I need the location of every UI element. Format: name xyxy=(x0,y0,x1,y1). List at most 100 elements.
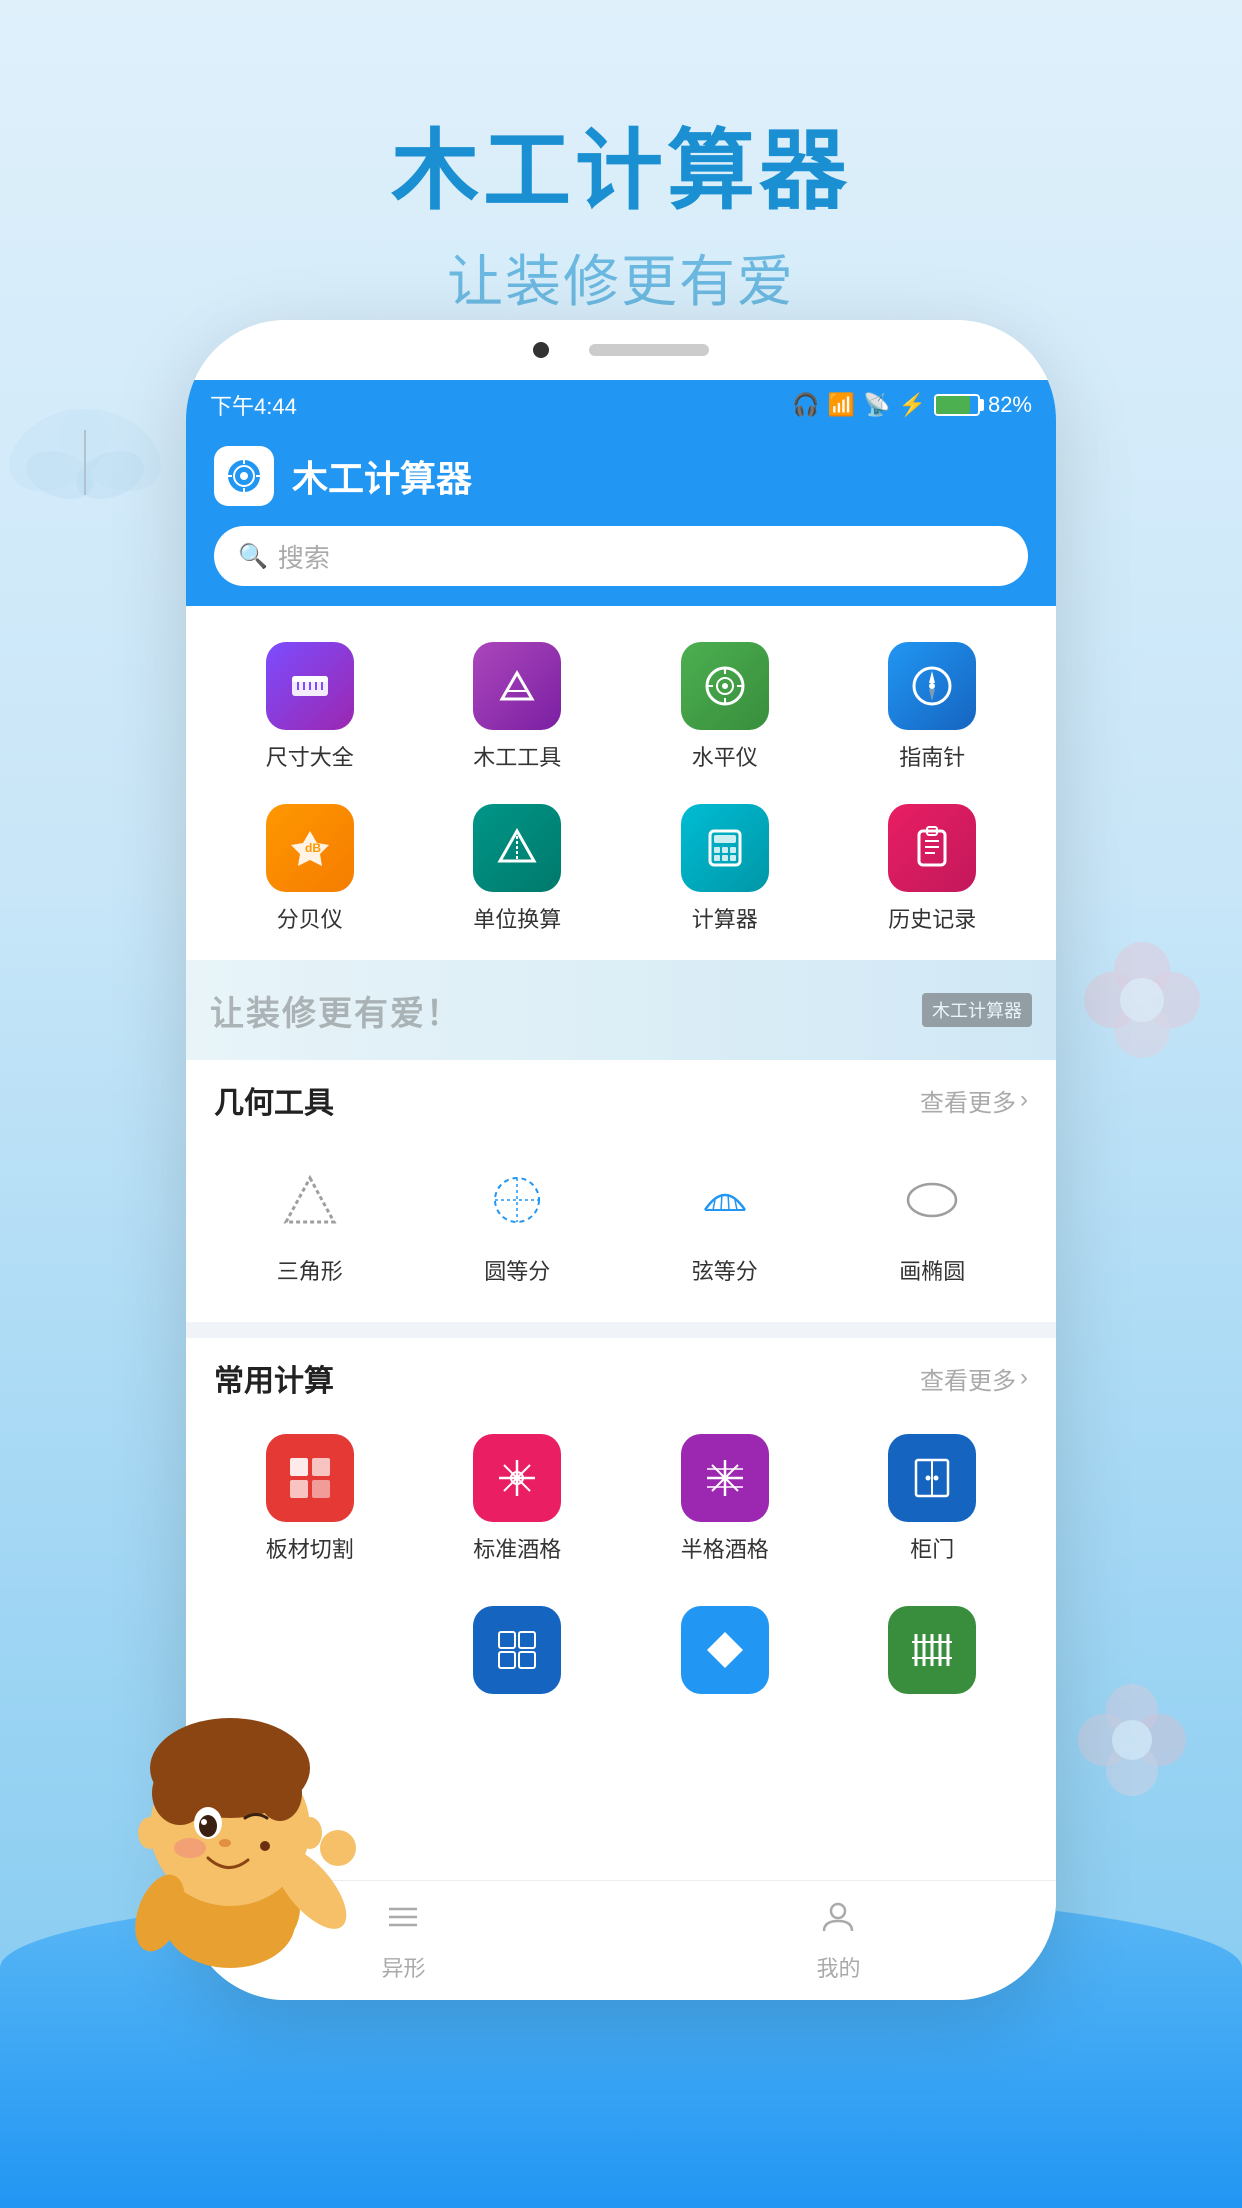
diamond-icon-box xyxy=(681,1606,769,1694)
content-area: 尺寸大全 木工工具 xyxy=(186,606,1056,1720)
triangle-icon-box xyxy=(266,1156,354,1244)
geo-triangle[interactable]: 三角形 xyxy=(206,1140,414,1302)
tool-biaozhun[interactable]: 标准酒格 xyxy=(414,1418,622,1580)
calc-more-btn[interactable]: 查看更多 › xyxy=(920,1361,1028,1396)
geo-title: 几何工具 xyxy=(214,1078,334,1122)
tool-fence[interactable] xyxy=(829,1590,1037,1710)
status-time: 下午4:44 xyxy=(210,389,297,421)
cartoon-character xyxy=(60,1628,400,2008)
tool-diamond[interactable] xyxy=(621,1590,829,1710)
mugang-icon-box xyxy=(473,642,561,730)
biaozhun-icon-box xyxy=(473,1434,561,1522)
mugang-label: 木工工具 xyxy=(473,740,561,772)
tool-compass[interactable]: 指南针 xyxy=(829,626,1037,788)
guimen-icon-box xyxy=(888,1434,976,1522)
calc-section-header: 常用计算 查看更多 › xyxy=(186,1338,1056,1408)
calc-chevron-icon: › xyxy=(1020,1364,1028,1392)
battery-percent: 82% xyxy=(988,392,1032,418)
biaozhun-label: 标准酒格 xyxy=(473,1532,561,1564)
butterfly-decoration xyxy=(0,380,180,540)
tool-calculator[interactable]: 计算器 xyxy=(621,788,829,950)
geo-ellipse[interactable]: 画椭圆 xyxy=(829,1140,1037,1302)
fenbeiyi-label: 分贝仪 xyxy=(277,902,343,934)
geo-section-header: 几何工具 查看更多 › xyxy=(186,1060,1056,1130)
compass-label: 指南针 xyxy=(899,740,965,772)
wifi-icon: 📶 xyxy=(828,392,855,418)
status-bar: 下午4:44 🎧 📶 📡 ⚡ 82% xyxy=(186,380,1056,430)
battery-fill xyxy=(936,396,970,414)
tool-history[interactable]: 历史记录 xyxy=(829,788,1037,950)
search-container: 🔍 搜索 xyxy=(186,526,1056,606)
tool-fenbeyi[interactable]: dB 分贝仪 xyxy=(206,788,414,950)
chord-icon-box xyxy=(681,1156,769,1244)
geo-chord[interactable]: 弦等分 xyxy=(621,1140,829,1302)
danwei-label: 单位换算 xyxy=(473,902,561,934)
bancai-label: 板材切割 xyxy=(266,1532,354,1564)
fenbeiyi-icon-box: dB xyxy=(266,804,354,892)
bancai-icon-box xyxy=(266,1434,354,1522)
flower-decoration-right xyxy=(1042,900,1242,1100)
headphone-icon: 🎧 xyxy=(792,392,819,418)
battery-bar xyxy=(934,394,980,416)
fence-icon-box xyxy=(888,1606,976,1694)
compass-icon-box xyxy=(888,642,976,730)
bolt-icon: ⚡ xyxy=(899,392,926,418)
calc-label: 计算器 xyxy=(692,902,758,934)
app-header: 木工计算器 xyxy=(186,430,1056,526)
banner-tag: 木工计算器 xyxy=(922,993,1032,1027)
calc-more-label: 查看更多 xyxy=(920,1361,1016,1396)
guimen-label: 柜门 xyxy=(910,1532,954,1564)
grid-icon-box xyxy=(473,1606,561,1694)
tool-bange[interactable]: 半格酒格 xyxy=(621,1418,829,1580)
battery-tip xyxy=(980,399,984,411)
tool-chicundaquan[interactable]: 尺寸大全 xyxy=(206,626,414,788)
ellipse-icon-box xyxy=(888,1156,976,1244)
svg-text:dB: dB xyxy=(305,841,321,855)
top-icon-grid: 尺寸大全 木工工具 xyxy=(186,606,1056,960)
chici-icon-box xyxy=(266,642,354,730)
promo-banner[interactable]: 让装修更有爱！ 木工计算器 xyxy=(186,960,1056,1060)
history-label: 历史记录 xyxy=(888,902,976,934)
phone-camera xyxy=(533,342,549,358)
tool-mugang[interactable]: 木工工具 xyxy=(414,626,622,788)
tool-danweihuan[interactable]: 单位换算 xyxy=(414,788,622,950)
calc-icon-box xyxy=(681,804,769,892)
chord-label: 弦等分 xyxy=(692,1254,758,1286)
header-area: 木工计算器 让装修更有爱 xyxy=(0,100,1242,318)
sub-title: 让装修更有爱 xyxy=(0,237,1242,318)
bange-label: 半格酒格 xyxy=(681,1532,769,1564)
ellipse-label: 画椭圆 xyxy=(899,1254,965,1286)
bange-icon-box xyxy=(681,1434,769,1522)
chevron-right-icon: › xyxy=(1020,1086,1028,1114)
triangle-label: 三角形 xyxy=(277,1254,343,1286)
calc-section-title: 常用计算 xyxy=(214,1356,334,1400)
search-icon: 🔍 xyxy=(238,542,268,571)
geo-more-label: 查看更多 xyxy=(920,1083,1016,1118)
status-icons: 🎧 📶 📡 ⚡ 82% xyxy=(792,392,1032,418)
calc-grid: 板材切割 标准酒格 xyxy=(186,1408,1056,1590)
shuipingyi-label: 水平仪 xyxy=(692,740,758,772)
geo-grid: 三角形 圆等分 xyxy=(186,1130,1056,1330)
phone-top-bar xyxy=(186,320,1056,380)
signal-icon: 📡 xyxy=(863,392,890,418)
tool-shuipingyi[interactable]: 水平仪 xyxy=(621,626,829,788)
section-divider xyxy=(186,1330,1056,1338)
chici-label: 尺寸大全 xyxy=(266,740,354,772)
flower-decoration-bottom xyxy=(1042,1650,1222,1830)
app-header-title: 木工计算器 xyxy=(292,450,472,502)
history-icon-box xyxy=(888,804,976,892)
search-placeholder: 搜索 xyxy=(278,538,330,575)
geo-more-btn[interactable]: 查看更多 › xyxy=(920,1083,1028,1118)
danwei-icon-box xyxy=(473,804,561,892)
app-icon xyxy=(214,446,274,506)
geo-circle-div[interactable]: 圆等分 xyxy=(414,1140,622,1302)
circle-div-icon-box xyxy=(473,1156,561,1244)
phone-speaker xyxy=(589,344,709,356)
main-title: 木工计算器 xyxy=(0,100,1242,227)
circle-div-label: 圆等分 xyxy=(484,1254,550,1286)
tool-grid-blue[interactable] xyxy=(414,1590,622,1710)
tool-guimen[interactable]: 柜门 xyxy=(829,1418,1037,1580)
shuipingyi-icon-box xyxy=(681,642,769,730)
tool-bancai[interactable]: 板材切割 xyxy=(206,1418,414,1580)
search-bar[interactable]: 🔍 搜索 xyxy=(214,526,1028,586)
